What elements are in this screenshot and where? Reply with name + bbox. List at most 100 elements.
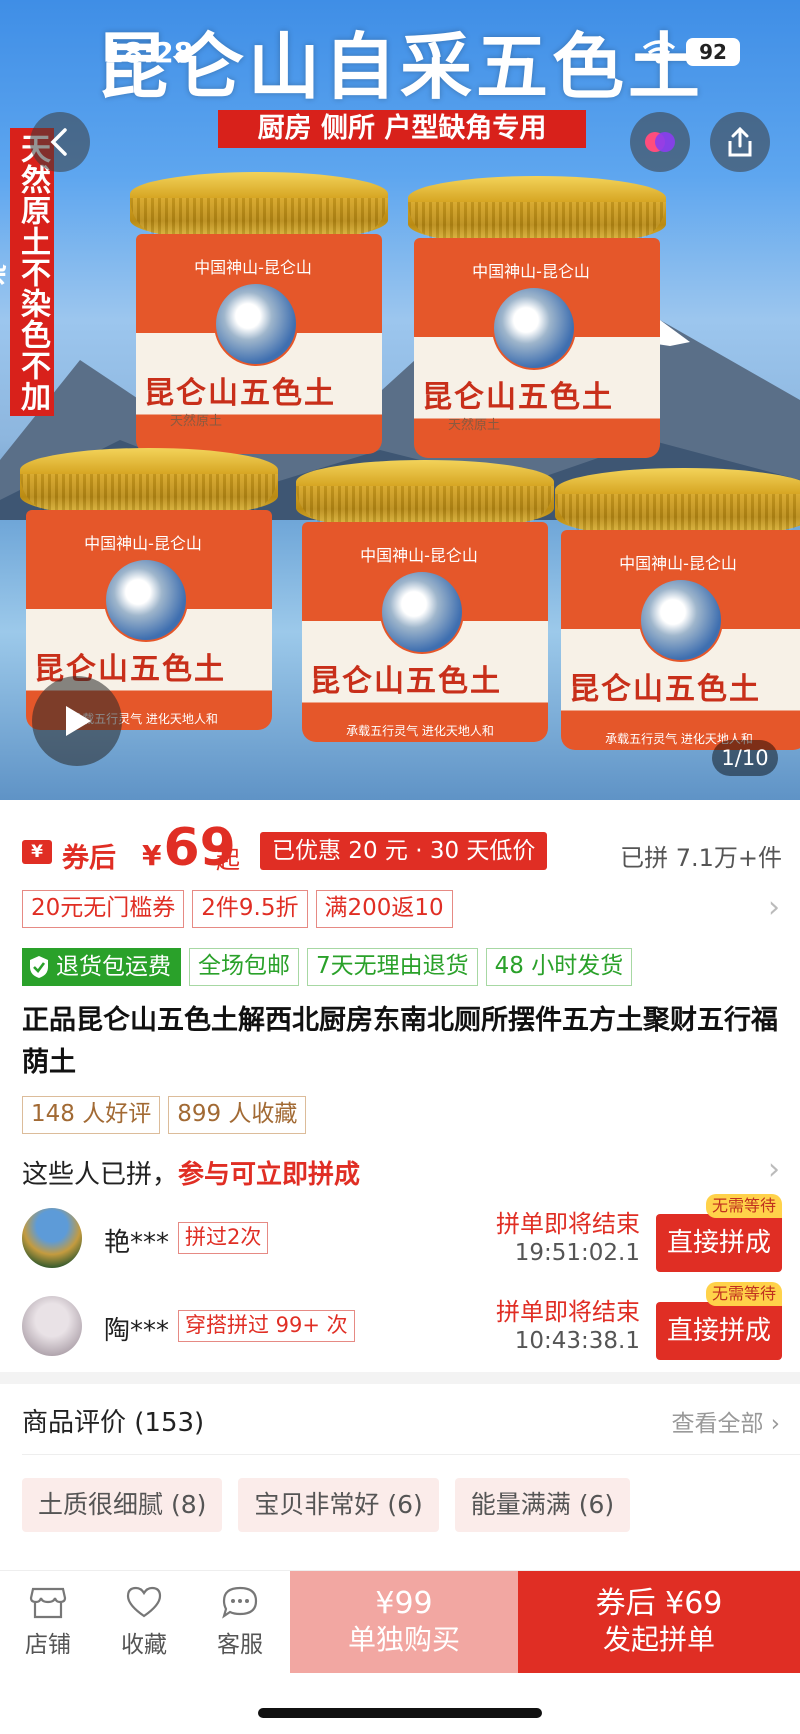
jar-name: 昆仑山五色土 (569, 672, 761, 707)
product-jar: 中国神山-昆仑山 昆仑山五色土 天然原土 (408, 176, 666, 466)
review-divider (22, 1454, 800, 1455)
social-proof: 148 人好评 899 人收藏 (22, 1096, 307, 1134)
video-play-button[interactable] (32, 676, 122, 766)
jar-top-text: 中国神山-昆仑山 (472, 262, 590, 281)
home-indicator[interactable] (258, 1708, 542, 1718)
jar-sub: 天然原土 (448, 418, 501, 433)
avatar (22, 1296, 82, 1356)
bottom-action-bar: 店铺 收藏 客服 ¥99 单独购买 券后 ¥69 发起拼单 (0, 1570, 800, 1673)
start-group-button[interactable]: 券后 ¥69 发起拼单 (518, 1571, 800, 1673)
price-row: ¥ 券后 ¥69 起 已优惠 20 元 · 30 天低价 已拼 7.1万+件 (22, 818, 782, 882)
brand-logo-icon (645, 132, 675, 152)
join-chevron-icon[interactable]: › (768, 1152, 780, 1187)
jar-mountain-badge (104, 558, 188, 642)
product-jar: 中国神山-昆仑山 昆仑山五色土 承载五行灵气 进化天地人和 (555, 468, 800, 758)
service-tag[interactable]: 48 小时发货 (485, 948, 633, 986)
service-tag[interactable]: 7天无理由退货 (307, 948, 478, 986)
favorite-button[interactable]: 收藏 (96, 1571, 192, 1673)
hero-banner: 厨房 侧所 户型缺角专用 (218, 110, 586, 148)
battery-indicator: 92 (686, 38, 740, 66)
jar-mountain-badge (214, 282, 298, 366)
favorite-count: 899 人收藏 (168, 1096, 307, 1134)
service-tag-primary[interactable]: 退货包运费 (22, 948, 181, 986)
customer-service-button[interactable]: 客服 (192, 1571, 288, 1673)
service-label: 客服 (217, 1632, 263, 1658)
coupon-chevron-icon[interactable]: › (768, 890, 780, 925)
status-right: 92 (642, 38, 740, 66)
jar-sub: 天然原土 (170, 414, 223, 429)
product-image-carousel[interactable]: 昆仑山自采五色土 厨房 侧所 户型缺角专用 天然原土不染色不加杂 中国神山-昆仑… (0, 0, 800, 800)
shop-button[interactable]: 店铺 (0, 1571, 96, 1673)
play-icon (66, 706, 91, 736)
brand-button[interactable] (630, 112, 690, 172)
coupon-tag[interactable]: 20元无门槛券 (22, 890, 185, 928)
promo-tag: 已优惠 20 元 · 30 天低价 (260, 832, 548, 870)
no-wait-badge: 无需等待 (705, 1194, 782, 1218)
review-chip[interactable]: 宝贝非常好 (6) (238, 1478, 439, 1532)
review-chips[interactable]: 土质很细腻 (8) 宝贝非常好 (6) 能量满满 (6) (22, 1478, 631, 1532)
join-group-button[interactable]: 直接拼成 (656, 1214, 782, 1272)
group-timer: 19:51:02.1 (514, 1240, 640, 1266)
price-suffix: 起 (216, 846, 240, 874)
single-label: 单独购买 (347, 1623, 460, 1656)
jar-mountain-badge (380, 570, 464, 654)
group-price: 券后 ¥69 (595, 1586, 723, 1621)
join-highlight: 参与可立即拼成 (178, 1160, 361, 1190)
group-user-tag: 穿搭拼过 99+ 次 (178, 1310, 355, 1342)
hero-side-text: 天然原土不染色不加杂 (0, 128, 54, 416)
buy-single-button[interactable]: ¥99 单独购买 (290, 1571, 518, 1673)
group-user-tag: 拼过2次 (178, 1222, 269, 1254)
share-button[interactable] (710, 112, 770, 172)
review-chip[interactable]: 能量满满 (6) (454, 1478, 631, 1532)
currency-symbol: ¥ (142, 839, 162, 872)
status-time: 18:28 (104, 36, 194, 69)
coupon-icon: ¥ (22, 840, 52, 864)
heart-icon (126, 1586, 162, 1618)
jar-top-text: 中国神山-昆仑山 (360, 546, 478, 565)
coupon-list[interactable]: 20元无门槛券 2件9.5折 满200返10 (22, 890, 453, 928)
jar-name: 昆仑山五色土 (422, 380, 614, 415)
product-jar: 中国神山-昆仑山 昆仑山五色土 天然原土 (130, 172, 388, 462)
jar-mountain-badge (639, 578, 723, 662)
group-label: 发起拼单 (602, 1623, 715, 1656)
chevron-left-icon (50, 128, 67, 156)
group-ending-label: 拼单即将结束 (496, 1210, 640, 1238)
coupon-tag[interactable]: 2件9.5折 (192, 890, 308, 928)
jar-mountain-badge (492, 286, 576, 370)
chat-icon (222, 1586, 258, 1619)
wifi-icon (642, 40, 676, 64)
back-button[interactable] (30, 112, 90, 172)
group-timer: 10:43:38.1 (514, 1328, 640, 1354)
store-icon (29, 1587, 67, 1619)
product-jar: 中国神山-昆仑山 昆仑山五色土 承载五行灵气 进化天地人和 (296, 460, 554, 750)
join-prefix: 这些人已拼， (22, 1160, 179, 1190)
group-user-name: 艳*** (104, 1228, 170, 1258)
jar-name: 昆仑山五色土 (310, 664, 502, 699)
join-heading: 这些人已拼，参与可立即拼成 (22, 1154, 360, 1191)
no-wait-badge: 无需等待 (705, 1282, 782, 1306)
view-all-reviews-link[interactable]: 查看全部 › (671, 1404, 780, 1438)
price-after-label: 券后 (62, 843, 116, 874)
shop-label: 店铺 (25, 1632, 71, 1658)
rating-count: 148 人好评 (22, 1096, 161, 1134)
group-ending-label: 拼单即将结束 (496, 1298, 640, 1326)
reviews-heading: 商品评价 (153) (22, 1408, 205, 1438)
service-tag[interactable]: 全场包邮 (189, 948, 299, 986)
shield-check-icon (30, 956, 48, 978)
sold-count: 已拼 7.1万+件 (620, 844, 782, 872)
jar-top-text: 中国神山-昆仑山 (194, 258, 312, 277)
jar-top-text: 中国神山-昆仑山 (619, 554, 737, 573)
group-user-name: 陶*** (104, 1316, 170, 1346)
favorite-label: 收藏 (121, 1632, 167, 1658)
group-row: 陶*** 穿搭拼过 99+ 次 拼单即将结束 10:43:38.1 直接拼成 无… (22, 1282, 782, 1362)
share-icon (728, 126, 752, 157)
product-title: 正品昆仑山五色土解西北厨房东南北厕所摆件五方土聚财五行福荫土 (22, 1005, 778, 1078)
jar-foot: 承载五行灵气 进化天地人和 (346, 724, 494, 738)
review-chip[interactable]: 土质很细腻 (8) (22, 1478, 223, 1532)
coupon-tag[interactable]: 满200返10 (315, 890, 453, 928)
service-tags[interactable]: 退货包运费 全场包邮 7天无理由退货 48 小时发货 (22, 948, 633, 986)
group-row: 艳*** 拼过2次 拼单即将结束 19:51:02.1 直接拼成 无需等待 (22, 1194, 782, 1274)
section-divider (0, 1372, 800, 1384)
join-group-button[interactable]: 直接拼成 (656, 1302, 782, 1360)
avatar (22, 1208, 82, 1268)
